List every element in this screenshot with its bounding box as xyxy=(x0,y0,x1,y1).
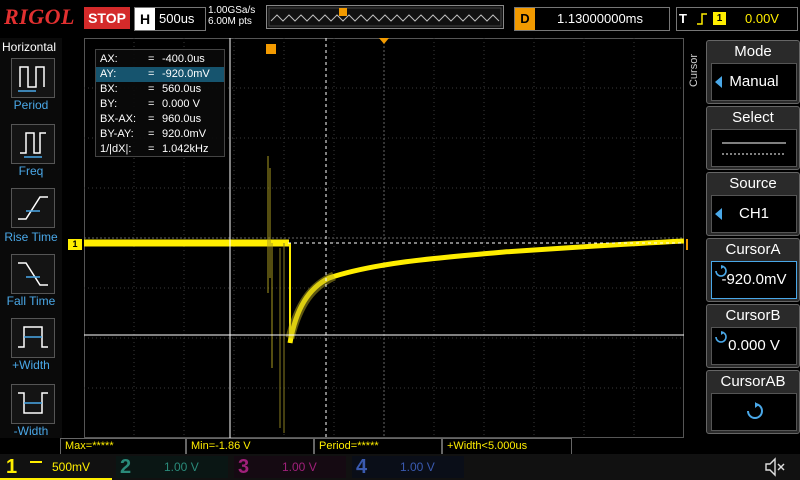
negative-width-label: -Width xyxy=(13,424,49,438)
run-stop-status[interactable]: STOP xyxy=(84,7,130,29)
ch3-scale: 1.00 V xyxy=(282,460,317,474)
positive-width-button[interactable] xyxy=(11,318,55,358)
ch1-offset-marker[interactable]: 1 xyxy=(68,239,82,250)
negative-width-button[interactable] xyxy=(11,384,55,424)
cursor-a-value: -920.0mV xyxy=(721,271,787,288)
ch1-status[interactable]: 1 500mV xyxy=(0,456,112,480)
period-label: Period xyxy=(13,98,49,112)
rise-time-icon xyxy=(18,196,48,220)
trigger-edge-icon xyxy=(697,13,707,25)
ch2-status[interactable]: 2 1.00 V xyxy=(116,456,228,478)
trigger-level: 0.00V xyxy=(745,11,779,26)
readout-bx-ax: BX-AX: = 960.0us xyxy=(100,113,202,125)
rise-time-label: Rise Time xyxy=(4,230,58,244)
ch1-number: 1 xyxy=(6,456,18,478)
ch4-status[interactable]: 4 1.00 V xyxy=(352,456,464,478)
delay-key: D xyxy=(515,8,535,30)
trigger-time-marker xyxy=(266,44,276,54)
delay-value: 1.13000000ms xyxy=(557,11,644,26)
timebase-indicator[interactable]: H 500us xyxy=(134,7,206,31)
select-softkey[interactable]: Select xyxy=(706,106,800,170)
ch4-number: 4 xyxy=(356,456,368,478)
frequency-icon xyxy=(20,132,46,158)
period-button[interactable] xyxy=(11,58,55,98)
cursor-readout-box: AX: = -400.0us AY: = -920.0mV BX: = 560.0us BY… xyxy=(95,49,225,157)
readout-ay: AY: = -920.0mV xyxy=(96,67,224,82)
source-softkey[interactable]: Source CH1 xyxy=(706,172,800,236)
negative-width-icon xyxy=(18,392,48,414)
trigger-indicator[interactable]: T 1 0.00V xyxy=(676,7,798,31)
speaker-mute-icon[interactable] xyxy=(764,457,786,477)
delay-indicator[interactable]: D 1.13000000ms xyxy=(514,7,670,31)
sample-rate: 1.00GSa/s xyxy=(208,5,256,16)
positive-width-icon xyxy=(18,326,48,348)
cursor-b-softkey[interactable]: CursorB 0.000 V xyxy=(706,304,800,368)
fall-time-icon xyxy=(18,262,48,286)
positive-width-label: +Width xyxy=(12,358,50,372)
mode-value: Manual xyxy=(729,73,779,90)
trigger-channel-badge: 1 xyxy=(713,12,726,25)
cursor-lines-icon xyxy=(722,142,786,155)
cursor-ab-softkey[interactable]: CursorAB xyxy=(706,370,800,434)
mode-title: Mode xyxy=(734,43,772,60)
rotate-knob-icon xyxy=(747,402,763,419)
ch1-scale: 500mV xyxy=(52,460,91,474)
readout-by-ay: BY-AY: = 920.0mV xyxy=(100,128,207,140)
timebase-value: 500us xyxy=(159,11,195,26)
cursor-b-value: 0.000 V xyxy=(728,337,780,354)
rise-time-button[interactable] xyxy=(11,188,55,228)
memory-overview-bar xyxy=(266,5,504,29)
source-value: CH1 xyxy=(738,205,769,222)
menu-title: Cursor xyxy=(688,54,700,88)
cursor-a-title: CursorA xyxy=(725,241,781,258)
timebase-key: H xyxy=(135,8,155,30)
cursor-b-title: CursorB xyxy=(725,307,781,324)
ch2-scale: 1.00 V xyxy=(164,460,199,474)
ch2-number: 2 xyxy=(120,456,132,478)
readout-inverse-dx: 1/|dX|: = 1.042kHz xyxy=(100,143,209,155)
ch4-scale: 1.00 V xyxy=(400,460,435,474)
horizontal-trigger-marker xyxy=(379,38,389,44)
readout-by: BY: = 0.000 V xyxy=(100,98,200,110)
trigger-position-marker xyxy=(339,8,347,16)
trigger-key: T xyxy=(679,11,687,26)
cursor-ab-title: CursorAB xyxy=(720,373,786,390)
dc-coupling-icon xyxy=(30,461,42,463)
readout-bx: BX: = 560.0us xyxy=(100,83,202,95)
select-title: Select xyxy=(732,109,774,126)
fall-time-button[interactable] xyxy=(11,254,55,294)
readout-ax: AX: = -400.0us xyxy=(100,53,205,65)
ch3-number: 3 xyxy=(238,456,250,478)
cursor-a-softkey[interactable]: CursorA -920.0mV xyxy=(706,238,800,302)
source-title: Source xyxy=(729,175,777,192)
freq-button[interactable] xyxy=(11,124,55,164)
left-panel-title: Horizontal xyxy=(2,40,57,54)
fall-time-label: Fall Time xyxy=(6,294,56,308)
memory-depth: 6.00M pts xyxy=(208,16,252,27)
acquisition-info: 1.00GSa/s 6.00M pts xyxy=(208,5,255,27)
freq-label: Freq xyxy=(18,164,44,178)
mode-softkey[interactable]: Mode Manual xyxy=(706,40,800,104)
rigol-logo: RIGOL xyxy=(4,4,75,29)
ch3-status[interactable]: 3 1.00 V xyxy=(234,456,346,478)
period-icon xyxy=(18,66,45,92)
